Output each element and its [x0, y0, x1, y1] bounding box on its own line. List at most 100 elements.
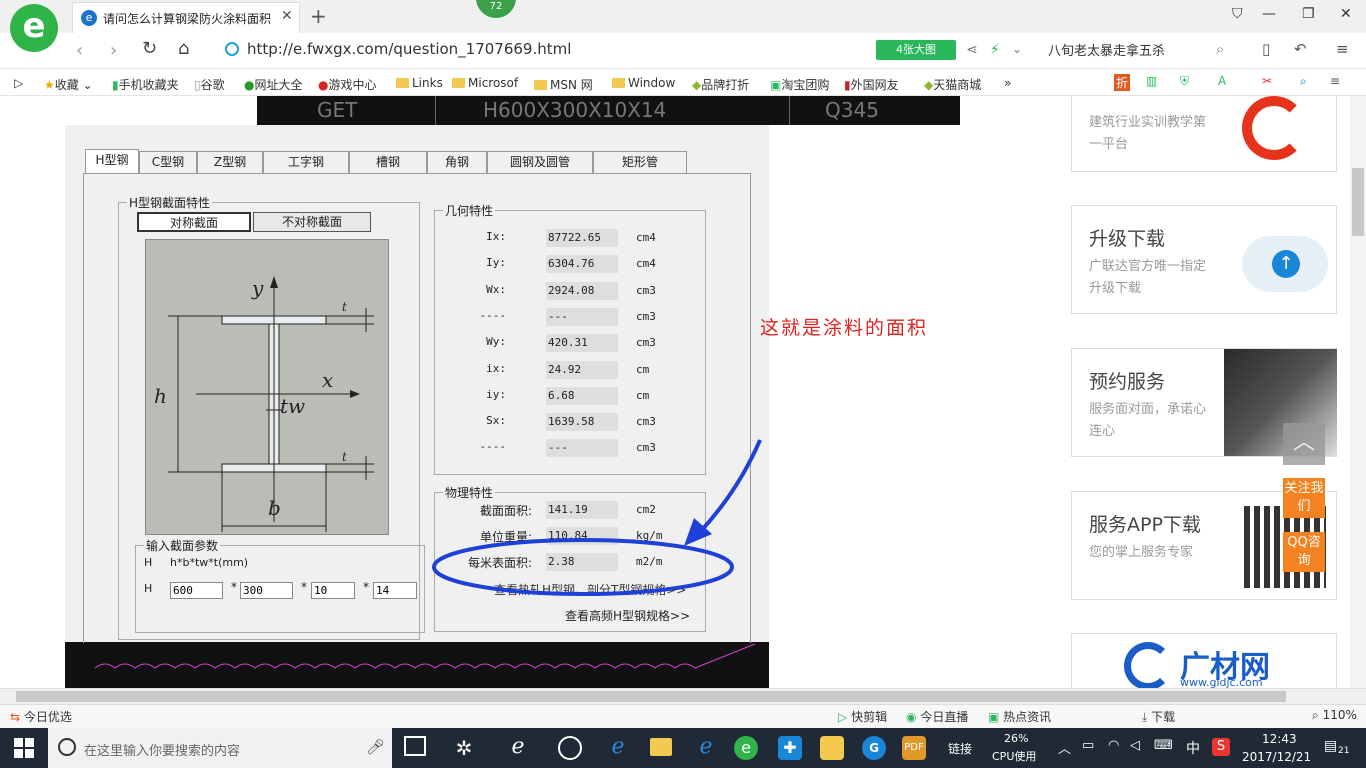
windows-start-icon[interactable] — [14, 738, 34, 758]
status-item[interactable]: ▷ 快剪辑 — [838, 708, 887, 725]
bookmark-item[interactable]: ▣淘宝团购 — [770, 76, 829, 93]
bookmark-item[interactable]: ●网址大全 — [244, 76, 303, 93]
tab-h-steel[interactable]: H型钢 — [85, 149, 139, 173]
favorites-button[interactable]: ★收藏 ⌄ — [44, 76, 93, 93]
zoom-level[interactable]: ⌕ 110% — [1312, 708, 1357, 723]
bookmark-folder[interactable]: MSN 网 — [534, 76, 593, 93]
chevron-down-icon[interactable]: ⌄ — [1012, 42, 1022, 56]
lightning-icon[interactable]: ⚡ — [990, 42, 1000, 58]
notification-icon[interactable]: ▤ — [1324, 738, 1337, 754]
tray-expand-icon[interactable]: ︿ — [1058, 738, 1071, 757]
card-gldjc[interactable]: 广材网 www.gldjc.com — [1071, 633, 1337, 691]
bookmark-folder[interactable]: Microsof — [452, 76, 518, 90]
scroll-thumb[interactable] — [1352, 168, 1364, 236]
discount-icon[interactable]: 折 — [1114, 74, 1131, 91]
links-label[interactable]: 链接 — [948, 740, 972, 757]
search-box[interactable]: 八旬老太暴走拿五杀 — [1048, 40, 1236, 59]
wifi-icon[interactable]: ◠ — [1108, 738, 1119, 753]
microphone-icon[interactable]: 🎤︎ — [366, 738, 385, 756]
symmetric-button[interactable]: 对称截面 — [137, 212, 251, 232]
bookmark-item[interactable]: ▯谷歌 — [194, 76, 225, 93]
back-to-top-icon[interactable]: ︿ — [1283, 423, 1325, 465]
app-plus-icon[interactable]: ✚ — [778, 736, 802, 760]
bookmark-item[interactable]: ●游戏中心 — [318, 76, 377, 93]
shirt-icon[interactable]: ⛉ — [1232, 6, 1243, 22]
file-explorer-icon[interactable] — [650, 738, 672, 756]
task-view-icon[interactable] — [404, 736, 426, 756]
sogou-ime-icon[interactable]: S — [1212, 738, 1230, 756]
bookmark-item[interactable]: ◆天猫商城 — [924, 76, 981, 93]
h-input[interactable] — [170, 582, 223, 599]
restore-icon[interactable]: ❐ — [1302, 6, 1315, 22]
sidebar-toggle-icon[interactable]: ▷ — [14, 76, 23, 90]
ime-indicator[interactable]: 中 — [1186, 738, 1200, 758]
hscroll-thumb[interactable] — [16, 691, 1286, 702]
search-icon[interactable]: ⌕ — [1216, 40, 1224, 58]
bookmark-item[interactable]: ◆品牌打折 — [692, 76, 749, 93]
undo-icon[interactable]: ↶ — [1294, 40, 1307, 58]
vertical-scrollbar[interactable] — [1350, 96, 1366, 688]
forward-icon[interactable]: › — [110, 40, 117, 61]
browser-logo-icon[interactable]: e — [10, 4, 58, 52]
qq-consult-button[interactable]: QQ咨询 — [1283, 532, 1325, 572]
card-upgrade[interactable]: 升级下载 广联达官方唯一指定升级下载 ↑ — [1071, 205, 1337, 314]
status-item[interactable]: ▣ 热点资讯 — [988, 708, 1051, 725]
fan-app-icon[interactable]: ✲ — [452, 736, 476, 760]
bookmark-folder[interactable]: Links — [396, 76, 443, 90]
status-item[interactable]: ⤓ 下载 — [1142, 708, 1175, 725]
edge-icon[interactable]: ℯ — [606, 734, 630, 759]
menu-icon[interactable]: ≡ — [1336, 40, 1349, 58]
new-tab-button[interactable]: + — [310, 4, 327, 28]
menu-icon[interactable]: ≡ — [1330, 74, 1340, 88]
tab-z-steel[interactable]: Z型钢 — [197, 151, 263, 173]
hot-rolled-link[interactable]: 查看热轧H型钢、剖分T型钢规格>> — [494, 581, 686, 598]
notes-icon[interactable] — [820, 736, 844, 760]
home-icon[interactable]: ⌂ — [178, 38, 189, 59]
clock-time[interactable]: 12:43 — [1262, 732, 1297, 746]
g-app-icon[interactable]: G — [862, 736, 886, 760]
follow-us-button[interactable]: 关注我们 — [1283, 478, 1325, 518]
app-ring-icon[interactable] — [558, 736, 582, 760]
tab-channel[interactable]: 槽钢 — [349, 151, 427, 173]
t-input[interactable] — [373, 582, 417, 599]
asymmetric-button[interactable]: 不对称截面 — [253, 212, 371, 232]
status-item[interactable]: ◉ 今日直播 — [906, 708, 968, 725]
tab-angle[interactable]: 角钢 — [427, 151, 487, 173]
address-bar[interactable]: http://e.fwxgx.com/question_1707669.html — [225, 40, 865, 62]
bookmarks-more[interactable]: » — [1004, 76, 1011, 90]
shield-icon[interactable]: ⛨ — [1180, 74, 1189, 89]
search-tool-icon[interactable]: ⌕ — [1300, 74, 1307, 89]
tab-close-icon[interactable]: ✕ — [281, 8, 293, 24]
keyboard-icon[interactable]: ⌨ — [1154, 738, 1173, 753]
minimize-icon[interactable]: — — [1262, 6, 1276, 22]
clock-date[interactable]: 2017/12/21 — [1242, 750, 1311, 764]
tray-app-icon[interactable]: ▭ — [1082, 738, 1094, 753]
360-browser-icon[interactable]: e — [734, 736, 758, 760]
refresh-icon[interactable]: ↻ — [142, 38, 157, 59]
today-picks[interactable]: ⇆ 今日优选 — [10, 708, 72, 725]
tab-c-steel[interactable]: C型钢 — [139, 151, 197, 173]
pdf-app-icon[interactable]: PDF — [902, 736, 926, 760]
bookmark-folder[interactable]: Window — [612, 76, 675, 90]
ie-edge-icon[interactable]: ℯ — [506, 734, 530, 759]
taskbar-search[interactable]: 在这里输入你要搜索的内容 🎤︎ — [48, 728, 392, 768]
back-icon[interactable]: ‹ — [76, 40, 83, 61]
translate-icon[interactable]: A — [1218, 74, 1226, 88]
phone-icon[interactable]: ▯ — [1262, 40, 1270, 58]
high-freq-link[interactable]: 查看高频H型钢规格>> — [565, 607, 690, 624]
tab-i-beam[interactable]: 工字钢 — [263, 151, 349, 173]
close-window-icon[interactable]: ✕ — [1340, 6, 1352, 22]
browser-tab[interactable]: e 请问怎么计算钢梁防火涂料面积 ✕ — [72, 2, 300, 33]
share-icon[interactable]: ⋖ — [966, 42, 978, 58]
ie-icon[interactable]: ℯ — [694, 734, 718, 759]
tw-input[interactable] — [311, 582, 355, 599]
bookmark-item[interactable]: ▮外国网友 — [844, 76, 899, 93]
card-training[interactable]: 建筑行业实训教学第一平台 — [1071, 96, 1337, 172]
big-image-button[interactable]: 4张大图 — [876, 40, 956, 60]
b-input[interactable] — [240, 582, 293, 599]
bookmark-item[interactable]: ▮手机收藏夹 — [112, 76, 179, 93]
book-icon[interactable]: ▥ — [1146, 74, 1157, 88]
tab-rect-tube[interactable]: 矩形管 — [593, 151, 687, 173]
tab-round[interactable]: 圆钢及圆管 — [487, 151, 593, 173]
scissors-icon[interactable]: ✂ — [1262, 74, 1272, 88]
